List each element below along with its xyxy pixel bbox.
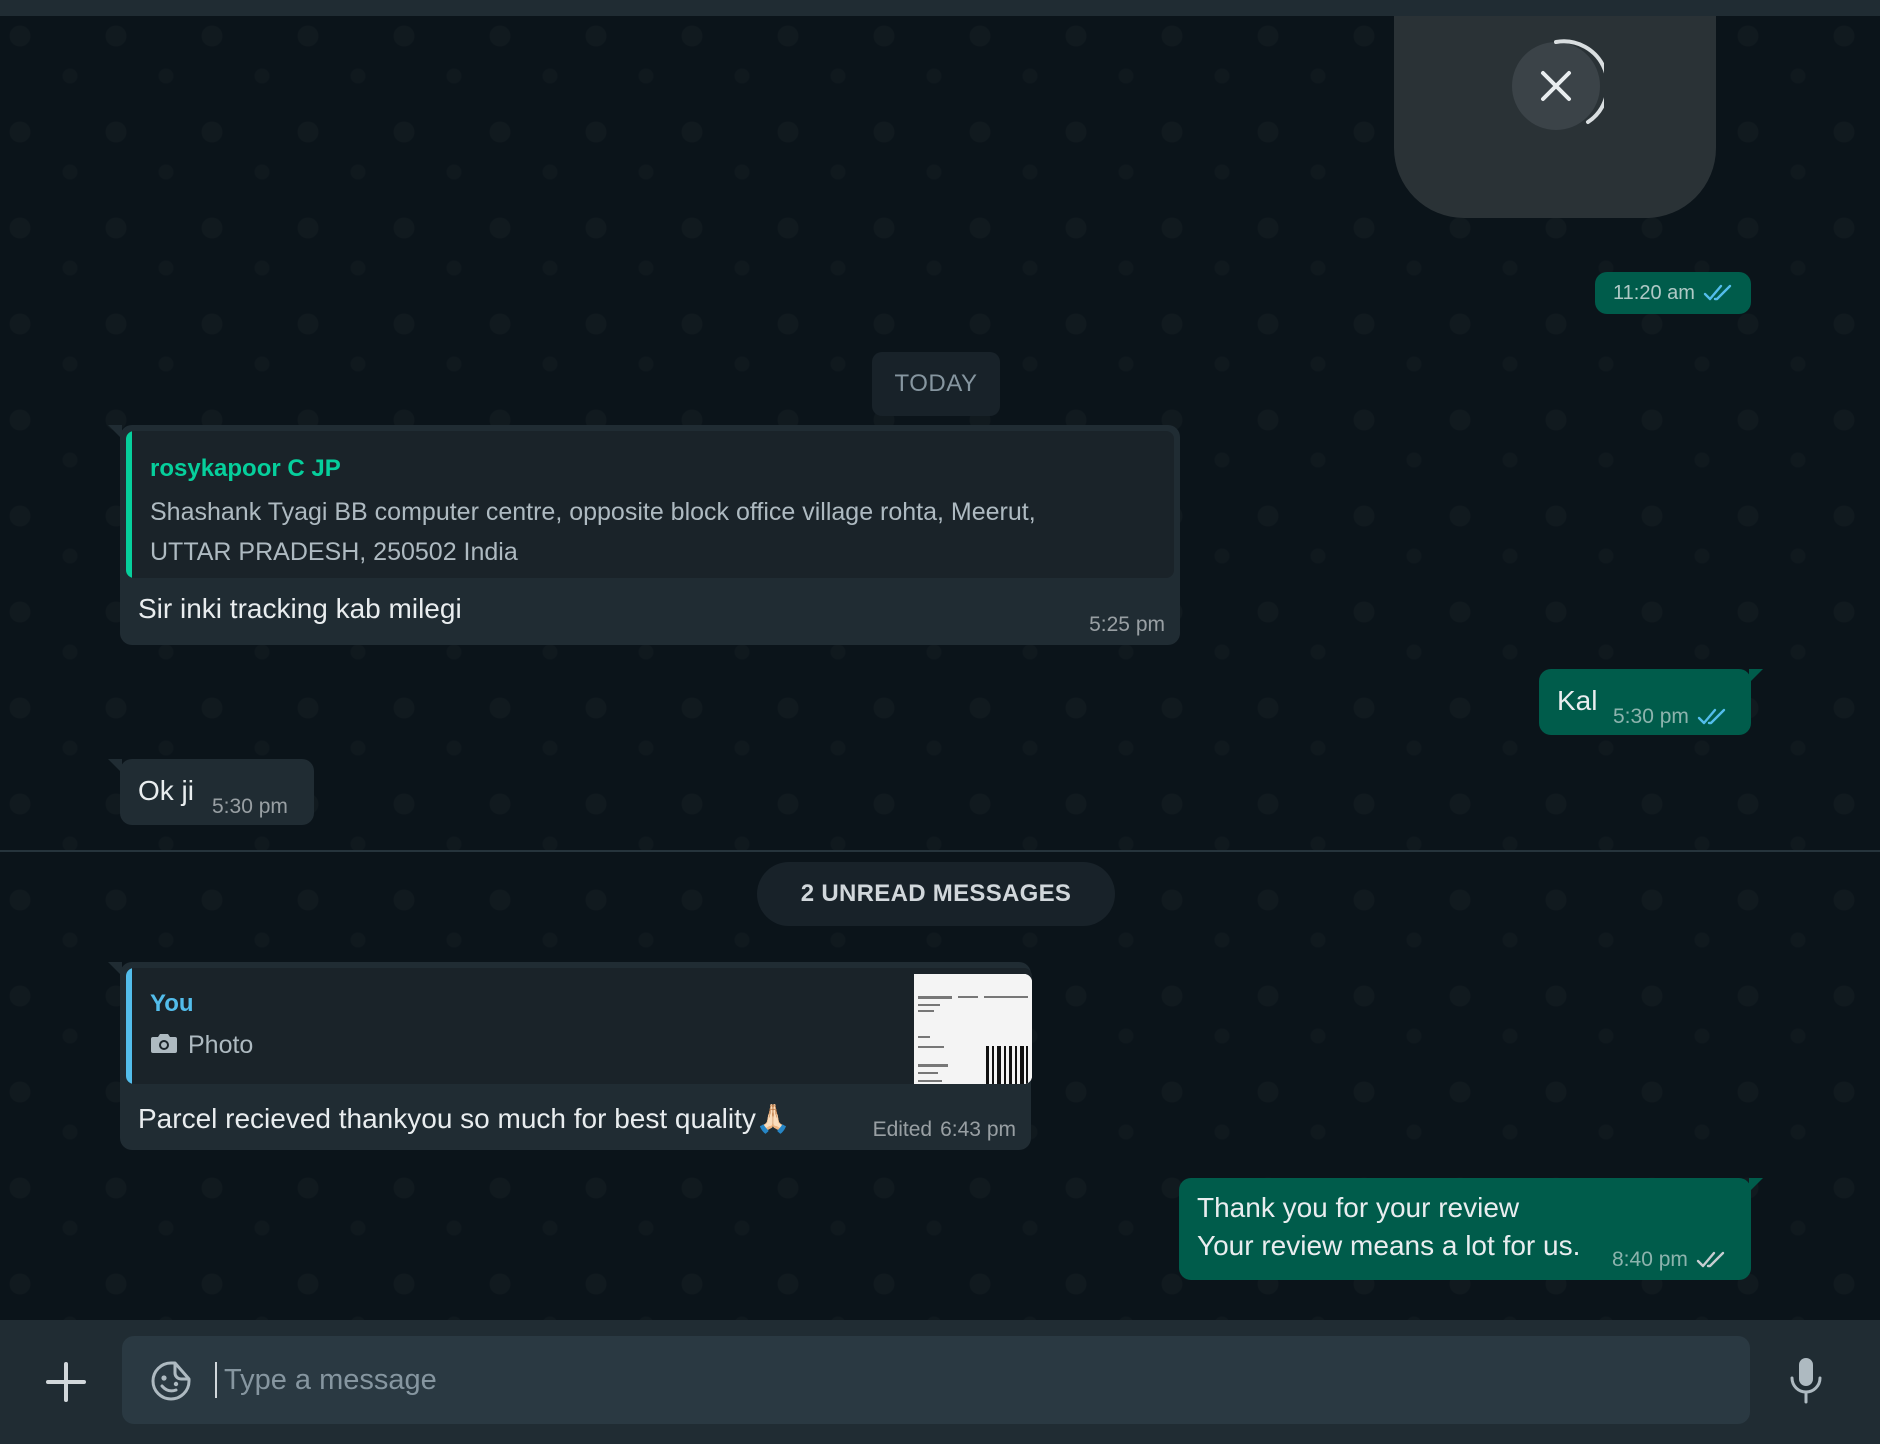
quote-text: Photo: [188, 1031, 254, 1059]
mic-icon: [1790, 1358, 1822, 1404]
message-meta: 8:40 pm: [1612, 1248, 1726, 1272]
message-text: Sir inki tracking kab milegi: [138, 593, 462, 624]
unread-divider-line: [0, 850, 1880, 852]
message-meta: 5:25 pm: [1089, 613, 1165, 637]
message-time: 11:20 am: [1613, 281, 1695, 304]
quote-sender: You: [150, 990, 194, 1017]
edited-label: Edited: [872, 1118, 933, 1141]
message-text: Ok ji: [138, 775, 194, 806]
quote-text-line: UTTAR PRADESH, 250502 India: [150, 538, 518, 566]
message-time: 5:30 pm: [1613, 705, 1689, 728]
unread-messages-divider: 2 UNREAD MESSAGES: [757, 862, 1115, 926]
message-text: Parcel recieved thankyou so much for bes…: [138, 1103, 791, 1134]
quote-text-line: Shashank Tyagi BB computer centre, oppos…: [150, 498, 1036, 526]
message-time: 5:30 pm: [212, 795, 288, 818]
message-text-line: Your review means a lot for us.: [1197, 1230, 1581, 1261]
close-icon: [1512, 39, 1604, 130]
camera-icon: [150, 1031, 178, 1060]
cancel-download-button[interactable]: [1508, 38, 1604, 134]
chat-message-area[interactable]: 11:20 am TODAY rosykapoor C JP Shashank …: [0, 16, 1880, 1320]
text-caret: [215, 1362, 217, 1398]
double-check-sent-icon: [1696, 1250, 1726, 1270]
message-meta: 5:30 pm: [212, 795, 288, 819]
quoted-message[interactable]: rosykapoor C JP Shashank Tyagi BB comput…: [126, 431, 1174, 578]
sticker-button[interactable]: [150, 1360, 192, 1402]
message-text: Kal: [1557, 685, 1598, 716]
message-meta: 5:30 pm: [1613, 705, 1727, 729]
photo-thumbnail[interactable]: [914, 974, 1032, 1084]
message-input[interactable]: [224, 1356, 1724, 1404]
incoming-message[interactable]: You Photo Parcel recieved thankyou so mu…: [108, 962, 1032, 1150]
message-time: 8:40 pm: [1612, 1248, 1688, 1271]
sticker-icon: [151, 1361, 191, 1401]
message-time: 6:43 pm: [940, 1118, 1016, 1141]
quote-sender: rosykapoor C JP: [150, 455, 341, 482]
message-text-line: Thank you for your review: [1197, 1192, 1520, 1223]
incoming-message[interactable]: Ok ji 5:30 pm: [108, 759, 314, 825]
plus-icon: [46, 1362, 86, 1402]
incoming-message[interactable]: rosykapoor C JP Shashank Tyagi BB comput…: [108, 425, 1180, 645]
message-time: 5:25 pm: [1089, 613, 1165, 636]
top-strip: [0, 0, 1880, 16]
date-divider: TODAY: [872, 352, 1000, 416]
double-check-read-icon: [1697, 707, 1727, 727]
voice-message-button[interactable]: [1788, 1356, 1824, 1406]
attach-button[interactable]: [42, 1358, 90, 1406]
double-check-read-icon: [1703, 283, 1733, 303]
earlier-message-time-chip: 11:20 am: [1595, 272, 1751, 314]
outgoing-message[interactable]: Kal 5:30 pm: [1539, 669, 1763, 735]
outgoing-message[interactable]: Thank you for your review Your review me…: [1179, 1178, 1763, 1280]
message-meta: Edited 6:43 pm: [873, 1118, 1016, 1142]
quoted-message[interactable]: You Photo: [126, 968, 1032, 1084]
